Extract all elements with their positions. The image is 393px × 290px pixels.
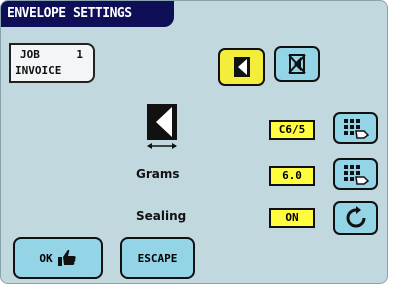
keypad-icon [343,165,369,185]
grams-value: 6.0 [269,166,315,186]
sealing-value: ON [269,208,315,228]
envelope-crossed-icon [288,54,306,74]
envelope-crossed-button[interactable] [274,46,320,82]
sealing-toggle-button[interactable] [333,201,378,235]
job-info: JOB 1 INVOICE [9,43,95,83]
envelope-flap-icon [233,57,250,77]
job-name: INVOICE [15,64,62,77]
job-number: 1 [76,48,83,61]
envelope-size-value: C6/5 [269,120,315,140]
ok-button[interactable]: OK [13,237,103,279]
job-label: JOB [20,48,40,61]
cycle-icon [346,206,365,228]
escape-button[interactable]: ESCAPE [120,237,195,279]
envelope-size-keypad-button[interactable] [333,112,378,144]
envelope-settings-screen: ENVELOPE SETTINGS JOB 1 INVOICE C6/5 Gra… [0,0,388,284]
sealing-label: Sealing [136,209,187,223]
envelope-flap-button[interactable] [218,48,265,86]
thumbs-up-icon [57,249,76,266]
ok-label: OK [39,251,53,265]
envelope-size-icon [147,104,177,149]
keypad-icon [343,119,369,139]
page-title: ENVELOPE SETTINGS [1,1,174,27]
grams-label: Grams [136,167,180,181]
grams-keypad-button[interactable] [333,158,378,190]
